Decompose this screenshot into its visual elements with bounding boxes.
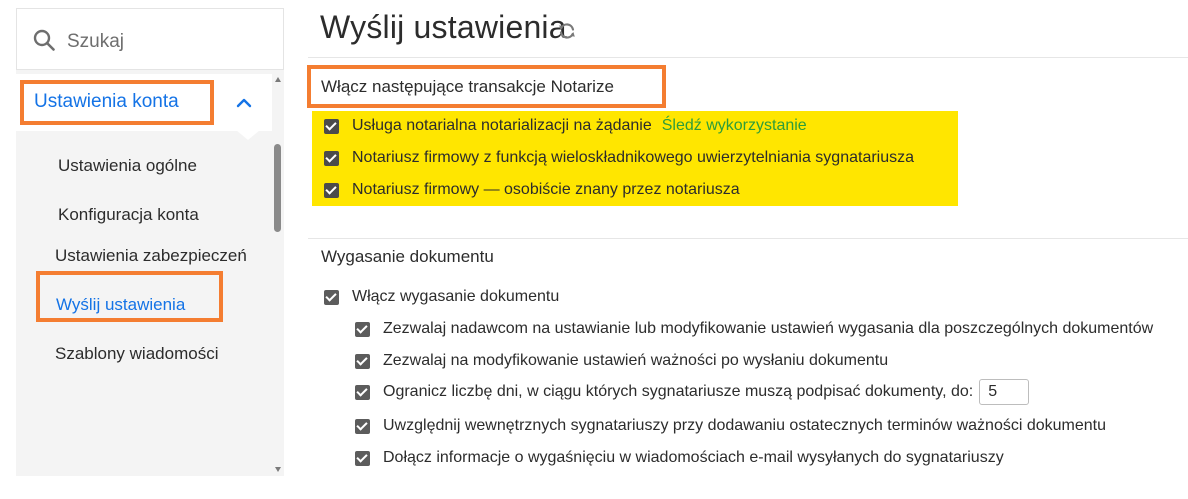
scroll-thumb[interactable]: [274, 144, 281, 232]
checkbox-checked-icon[interactable]: [324, 118, 339, 134]
title-divider: [308, 57, 1188, 58]
expiration-option-sender-modify[interactable]: Zezwalaj nadawcom na ustawianie lub mody…: [355, 318, 1153, 340]
checkbox-checked-icon[interactable]: [324, 289, 339, 305]
checkbox-checked-icon[interactable]: [355, 450, 370, 466]
notarize-option-mfa[interactable]: Notariusz firmowy z funkcją wieloskładni…: [324, 147, 914, 169]
search-placeholder: Szukaj: [67, 31, 125, 52]
sidebar-item-account-setup[interactable]: Konfiguracja konta: [58, 205, 199, 225]
section-divider: [308, 238, 1188, 239]
page-title: Wyślij ustawienia: [320, 9, 567, 45]
section-notch: [236, 130, 260, 140]
sidebar-item-security-settings[interactable]: Ustawienia zabezpieczeń: [55, 246, 247, 266]
expiration-option-limit-days[interactable]: Ogranicz liczbę dni, w ciągu których syg…: [355, 379, 1030, 405]
expiration-option-modify-after-send[interactable]: Zezwalaj na modyfikowanie ustawień ważno…: [355, 350, 888, 372]
expiration-option-internal-signers[interactable]: Uwzględnij wewnętrznych sygnatariuszy pr…: [355, 415, 1106, 437]
notarize-option-on-demand[interactable]: Usługa notarialna notarializacji na żąda…: [324, 115, 807, 137]
scroll-up-arrow-icon[interactable]: [275, 77, 281, 82]
expiration-section-heading: Wygasanie dokumentu: [321, 247, 494, 266]
highlight-frame-notarize-heading: [307, 65, 666, 108]
checkbox-checked-icon[interactable]: [324, 150, 339, 166]
sidebar: Szukaj Ustawienia konta Ustawienia ogóln…: [16, 8, 284, 476]
limit-days-input[interactable]: [979, 379, 1030, 405]
highlight-frame-account-settings: [20, 80, 214, 125]
sidebar-item-general-settings[interactable]: Ustawienia ogólne: [58, 156, 197, 176]
track-usage-link[interactable]: Śledź wykorzystanie: [662, 117, 807, 135]
enable-expiration-option[interactable]: Włącz wygasanie dokumentu: [324, 286, 559, 308]
search-icon: [33, 29, 55, 51]
checkbox-checked-icon[interactable]: [355, 384, 370, 400]
checkbox-checked-icon[interactable]: [355, 353, 370, 369]
checkbox-checked-icon[interactable]: [324, 182, 339, 198]
checkbox-checked-icon[interactable]: [355, 321, 370, 337]
refresh-icon[interactable]: [557, 21, 577, 41]
highlight-frame-send-settings: [36, 271, 223, 322]
search-input[interactable]: Szukaj: [16, 8, 284, 70]
notarize-option-personally-known[interactable]: Notariusz firmowy — osobiście znany prze…: [324, 179, 740, 201]
sidebar-scrollbar[interactable]: [273, 74, 284, 476]
sidebar-item-message-templates[interactable]: Szablony wiadomości: [55, 344, 218, 364]
scroll-down-arrow-icon[interactable]: [275, 467, 281, 472]
expiration-option-email-info[interactable]: Dołącz informacje o wygaśnięciu w wiadom…: [355, 447, 1004, 469]
checkbox-checked-icon[interactable]: [355, 418, 370, 434]
chevron-up-icon[interactable]: [236, 96, 252, 108]
